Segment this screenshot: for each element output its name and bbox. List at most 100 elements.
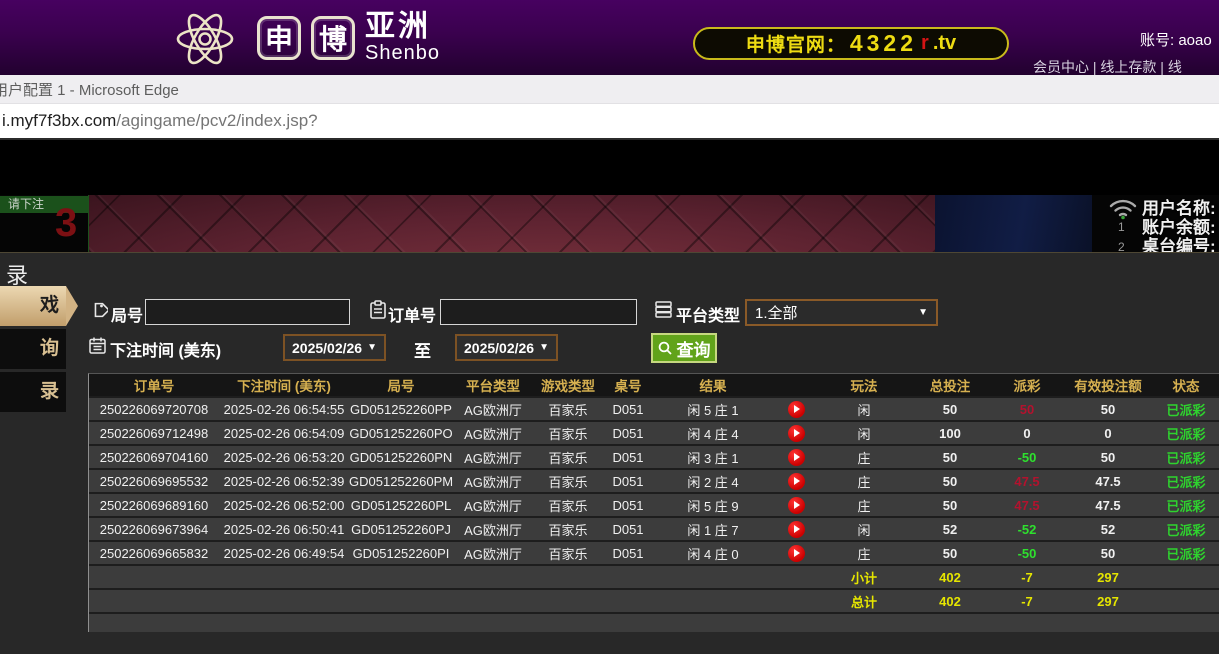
cell-playtype: 庄 xyxy=(857,546,871,562)
cell-result: 闲 4 庄 0 xyxy=(687,546,739,562)
header-1: 下注时间 (美东) xyxy=(237,379,331,394)
cell-playtype: 庄 xyxy=(857,474,871,490)
logo-char-bo: 博 xyxy=(311,15,355,60)
platform-list-icon xyxy=(655,301,672,318)
order-number-label: 订单号 xyxy=(388,308,437,325)
date-from-value: 2025/02/26 xyxy=(292,339,363,356)
cell-payout: -50 xyxy=(1017,545,1037,561)
cell-time: 2025-02-26 06:54:09 xyxy=(223,425,345,441)
member-nav-links[interactable]: 会员中心 | 线上存款 | 线 xyxy=(1033,57,1219,75)
cell-order: 250226069689160 xyxy=(99,497,209,513)
cell-game: 百家乐 xyxy=(548,474,588,490)
cell-table: D051 xyxy=(612,449,644,465)
cell-playtype: 庄 xyxy=(857,498,871,514)
chevron-down-icon: ▼ xyxy=(918,307,928,318)
platform-type-select[interactable]: 1.全部 ▼ xyxy=(745,299,938,326)
browser-titlebar: 用户配置 1 - Microsoft Edge xyxy=(0,75,1219,104)
calendar-icon xyxy=(89,337,106,354)
cell-payout: 50 xyxy=(1019,401,1035,417)
cell-time: 2025-02-26 06:53:20 xyxy=(223,449,345,465)
play-video-button[interactable] xyxy=(787,472,805,490)
cell-round: GD051252260PM xyxy=(349,473,453,489)
countdown-timer: 3 xyxy=(55,201,78,245)
play-video-button[interactable] xyxy=(787,496,805,514)
cell-result: 闲 2 庄 4 xyxy=(687,474,739,490)
logo-text: 亚洲 Shenbo xyxy=(365,9,440,64)
sidebar-item-2[interactable]: 录 xyxy=(0,372,66,412)
header-8: 玩法 xyxy=(850,379,878,394)
official-site-r: r xyxy=(921,32,929,54)
cell-round: GD051252260PO xyxy=(349,425,453,441)
sidebar-item-1[interactable]: 询 xyxy=(0,329,66,369)
table-footer-strip xyxy=(89,614,1219,632)
subtotal-row-label: 小计 xyxy=(850,570,877,586)
seat-number-1: 1 xyxy=(1118,220,1125,234)
play-video-button[interactable] xyxy=(787,400,805,418)
cell-platform: AG欧洲厅 xyxy=(464,426,522,442)
cell-platform: AG欧洲厅 xyxy=(464,498,522,514)
order-number-input[interactable] xyxy=(440,299,637,325)
address-bar[interactable]: i.myf7f3bx.com/agingame/pcv2/index.jsp? xyxy=(0,104,1219,140)
total-row-valid: 297 xyxy=(1097,593,1119,609)
cell-time: 2025-02-26 06:52:00 xyxy=(223,497,345,513)
cell-status: 已派彩 xyxy=(1166,546,1206,562)
cell-platform: AG欧洲厅 xyxy=(464,402,522,418)
cell-play xyxy=(773,544,819,562)
cell-result: 闲 5 庄 9 xyxy=(687,498,739,514)
subtotal-row: 小计 402 -7 297 xyxy=(89,566,1219,590)
url-host: i.myf7f3bx.com xyxy=(2,111,117,130)
cell-status: 已派彩 xyxy=(1166,450,1206,466)
cell-play xyxy=(773,424,819,442)
site-header: 申 博 亚洲 Shenbo 申博官网： 4322 r .tv 账号: aoao 会员中… xyxy=(0,0,1219,75)
to-label: 至 xyxy=(414,342,431,361)
play-video-button[interactable] xyxy=(787,520,805,538)
flower-logo-icon xyxy=(176,13,234,64)
cell-order: 250226069673964 xyxy=(99,521,209,537)
date-to-select[interactable]: 2025/02/26 ▼ xyxy=(455,334,558,361)
game-scene-strip: 请下注 3 用户名称: 账户余额: 桌台编号: 1 2 xyxy=(0,195,1219,256)
cell-platform: AG欧洲厅 xyxy=(464,450,522,466)
chevron-down-icon: ▼ xyxy=(367,342,377,353)
cell-result: 闲 1 庄 7 xyxy=(687,522,739,538)
official-site-number: 4322 xyxy=(849,30,918,56)
cell-round: GD051252260PL xyxy=(350,497,452,513)
play-video-button[interactable] xyxy=(787,424,805,442)
search-button[interactable]: 查询 xyxy=(651,333,717,363)
cell-time: 2025-02-26 06:52:39 xyxy=(223,473,345,489)
cell-game: 百家乐 xyxy=(548,498,588,514)
platform-type-label: 平台类型 xyxy=(676,308,741,325)
records-panel: 录 戏询录 局号 订单号 平台类型 1.全部 ▼ 下注时间 (美东) 2025/… xyxy=(0,252,1219,654)
cell-playtype: 闲 xyxy=(857,522,871,538)
cell-playtype: 闲 xyxy=(857,402,871,418)
cell-payout: -52 xyxy=(1017,521,1037,537)
date-from-select[interactable]: 2025/02/26 ▼ xyxy=(283,334,386,361)
cell-play xyxy=(773,472,819,490)
sidebar: 戏询录 xyxy=(0,286,78,415)
url-path: /agingame/pcv2/index.jsp? xyxy=(116,111,318,130)
cell-result: 闲 3 庄 1 xyxy=(687,450,739,466)
header-2: 局号 xyxy=(387,379,415,394)
header-10: 派彩 xyxy=(1013,379,1041,394)
header-11: 有效投注额 xyxy=(1074,379,1142,394)
cell-play xyxy=(773,496,819,514)
sidebar-item-0[interactable]: 戏 xyxy=(0,286,78,326)
cell-result: 闲 5 庄 1 xyxy=(687,402,739,418)
subtotal-row-payout: -7 xyxy=(1021,569,1033,585)
table-row: 250226069695532 2025-02-26 06:52:39 GD0512… xyxy=(89,470,1219,494)
cell-bet: 50 xyxy=(942,449,958,465)
table-row: 250226069673964 2025-02-26 06:50:41 GD0512… xyxy=(89,518,1219,542)
round-number-label: 局号 xyxy=(111,308,144,325)
official-site-banner[interactable]: 申博官网： 4322 r .tv xyxy=(693,27,1009,60)
cell-valid: 50 xyxy=(1100,545,1116,561)
play-video-button[interactable] xyxy=(787,544,805,562)
cell-play xyxy=(773,400,819,418)
total-row-bet: 402 xyxy=(939,593,961,609)
logo-char-shen: 申 xyxy=(257,15,301,60)
cell-bet: 100 xyxy=(939,425,961,441)
play-video-button[interactable] xyxy=(787,448,805,466)
cell-table: D051 xyxy=(612,473,644,489)
round-number-input[interactable] xyxy=(145,299,350,325)
cell-order: 250226069665832 xyxy=(99,545,209,561)
cell-play xyxy=(773,520,819,538)
chevron-down-icon: ▼ xyxy=(539,342,549,353)
